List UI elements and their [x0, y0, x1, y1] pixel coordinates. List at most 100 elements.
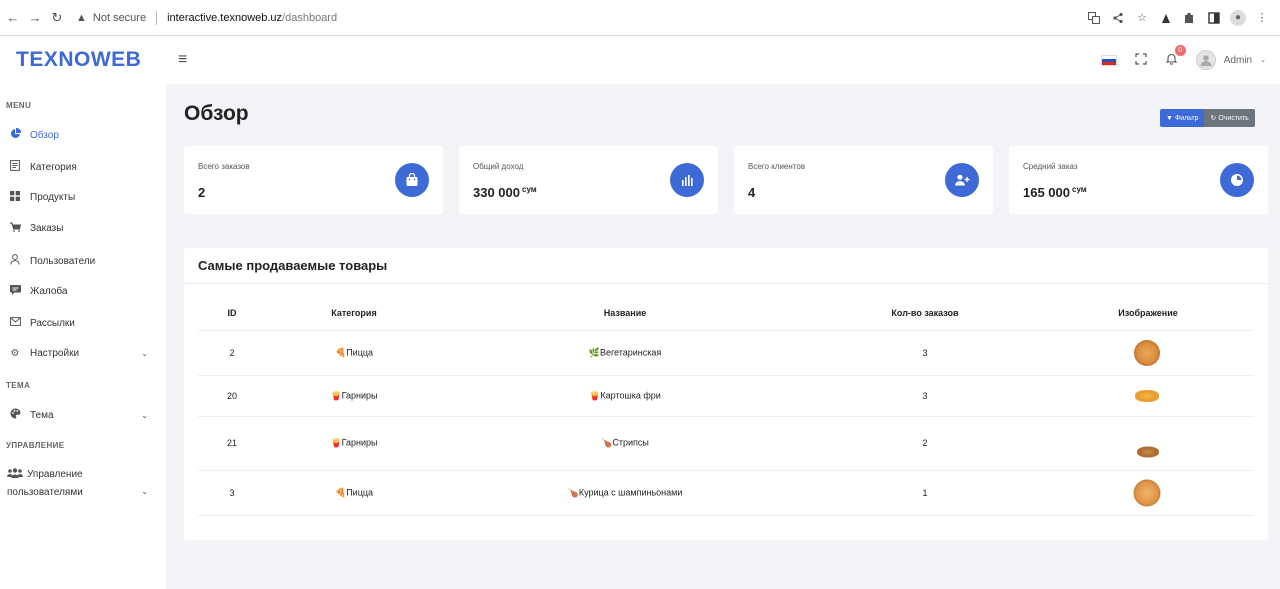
reset-icon: ↻: [1210, 115, 1217, 122]
cell-category: 🍟Гарниры: [330, 437, 378, 448]
column-header-id[interactable]: ID: [228, 308, 237, 318]
stat-value: 4: [748, 185, 756, 200]
sidebar: MENU Обзор Категория Продукты Заказы Пол…: [0, 84, 166, 589]
side-panel-icon[interactable]: [1206, 10, 1222, 26]
cell-orders: 2: [922, 438, 928, 448]
back-arrow-icon[interactable]: ←: [2, 10, 24, 25]
sidebar-item-label: Пользователи: [30, 255, 96, 267]
translate-icon[interactable]: [1086, 10, 1102, 26]
sidebar-item-users[interactable]: Пользователи: [0, 254, 166, 268]
russian-flag-icon[interactable]: [1100, 54, 1117, 66]
sidebar-item-orders[interactable]: Заказы: [0, 222, 166, 235]
sidebar-item-theme[interactable]: Тема ⌄: [0, 408, 166, 422]
sidebar-item-category[interactable]: Категория: [0, 160, 166, 174]
notification-bell-icon[interactable]: 0: [1165, 45, 1186, 68]
fullscreen-icon[interactable]: [1135, 52, 1147, 68]
profile-icon[interactable]: ●: [1230, 9, 1246, 26]
shopping-bag-icon: [395, 163, 429, 197]
chevron-down-icon: ⌄: [141, 349, 148, 358]
reload-icon[interactable]: ↻: [46, 10, 68, 26]
header-actions: 0 Admin ⌄: [1100, 45, 1280, 70]
stat-card-total-revenue: Общий доход 330 000 сум: [459, 146, 718, 214]
chevron-down-icon: ⌄: [1260, 57, 1266, 64]
column-header-category[interactable]: Категория: [331, 308, 376, 318]
forward-arrow-icon[interactable]: →: [24, 10, 46, 25]
filter-button[interactable]: ▼ Фильтр: [1160, 109, 1205, 127]
puzzle-icon[interactable]: [1182, 10, 1198, 26]
pizza-icon: 🍕: [334, 487, 347, 498]
cell-orders: 3: [922, 391, 928, 401]
row-divider: [198, 515, 1253, 516]
clear-button[interactable]: ↻ Очистить: [1204, 109, 1255, 127]
cell-id: 2: [229, 348, 235, 358]
cell-name: 🌿Вегетаринская: [588, 347, 662, 358]
cell-name: 🍗Стрипсы: [601, 437, 649, 448]
fries-icon: 🍟: [330, 437, 342, 448]
browser-actions: ☆ ● ⋮: [1086, 9, 1280, 26]
sidebar-item-label: Заказы: [30, 223, 64, 234]
sidebar-item-label: Рассылки: [30, 317, 75, 329]
sidebar-item-user-management[interactable]: Управление пользователями ⌄: [0, 466, 166, 501]
fries-image: [1135, 390, 1159, 402]
extension-icon[interactable]: [1158, 10, 1174, 26]
sidebar-item-label: Настройки: [30, 348, 80, 359]
sidebar-item-complaints[interactable]: Жалоба: [0, 285, 166, 298]
column-header-image[interactable]: Изображение: [1118, 308, 1178, 318]
stat-value: 165 000 сум: [1023, 185, 1087, 200]
row-divider: [198, 416, 1253, 417]
menu-dots-icon[interactable]: ⋮: [1254, 10, 1270, 26]
warning-triangle-icon: ▲: [76, 11, 87, 24]
row-divider: [198, 375, 1253, 376]
sidebar-item-label: Продукты: [30, 192, 76, 203]
sidebar-section-theme: ТЕМА: [6, 381, 31, 390]
chevron-down-icon: ⌄: [141, 487, 148, 496]
url-text: interactive.texnoweb.uz/dashboard: [167, 11, 338, 24]
stat-card-total-orders: Всего заказов 2: [184, 146, 443, 214]
strips-image: [1137, 446, 1159, 458]
user-menu[interactable]: Admin ⌄: [1195, 50, 1266, 70]
cell-name: 🍟Картошка фри: [589, 390, 661, 401]
gear-icon: ⚙: [10, 348, 20, 359]
sidebar-item-settings[interactable]: ⚙ Настройки ⌄: [0, 348, 166, 359]
column-header-orders[interactable]: Кол-во заказов: [891, 308, 958, 318]
column-header-name[interactable]: Название: [604, 308, 646, 318]
pizza-icon: 🍕: [334, 347, 347, 358]
cell-orders: 3: [922, 348, 928, 358]
cell-category: 🍟Гарниры: [330, 390, 378, 401]
sidebar-item-label: Жалоба: [30, 286, 68, 297]
herb-icon: 🌿: [588, 347, 600, 358]
sidebar-item-label: Обзор: [30, 129, 59, 141]
palette-icon: [9, 408, 21, 422]
stat-value: 330 000 сум: [473, 185, 537, 200]
stat-label: Всего клиентов: [748, 162, 806, 171]
document-icon: [9, 160, 21, 174]
user-plus-icon: [945, 163, 979, 197]
stat-label: Всего заказов: [198, 162, 250, 171]
logo[interactable]: TEXNOWEB: [0, 48, 166, 72]
sidebar-item-overview[interactable]: Обзор: [0, 127, 166, 142]
funnel-icon: ▼: [1166, 114, 1173, 122]
page-title: Обзор: [184, 102, 249, 125]
security-label: Not secure: [92, 11, 147, 24]
sidebar-item-mailings[interactable]: Рассылки: [0, 317, 166, 329]
notification-badge: 0: [1174, 45, 1186, 56]
cell-category: 🍕Пицца: [334, 487, 374, 498]
share-icon[interactable]: [1110, 10, 1126, 26]
pie-chart-icon: [9, 127, 21, 142]
pizza-image: [1134, 340, 1160, 366]
sidebar-section-manage: УПРАВЛЕНИЕ: [6, 441, 65, 450]
hamburger-menu-icon[interactable]: ≡: [178, 51, 187, 69]
stat-label: Общий доход: [473, 162, 524, 171]
user-name: Admin: [1223, 54, 1253, 66]
app-header: TEXNOWEB ≡ 0 Admin ⌄: [0, 36, 1280, 84]
cell-id: 3: [229, 488, 235, 498]
table-title: Самые продаваемые товары: [198, 258, 388, 273]
cart-icon: [9, 222, 21, 235]
chicken-leg-icon: 🍗: [601, 437, 613, 448]
sidebar-item-products[interactable]: Продукты: [0, 191, 166, 204]
address-bar[interactable]: ▲ Not secure interactive.texnoweb.uz/das…: [76, 10, 338, 25]
cell-id: 21: [226, 438, 238, 448]
stat-label: Средний заказ: [1023, 162, 1078, 171]
bookmark-star-icon[interactable]: ☆: [1134, 10, 1150, 26]
currency-unit: сум: [522, 185, 537, 194]
